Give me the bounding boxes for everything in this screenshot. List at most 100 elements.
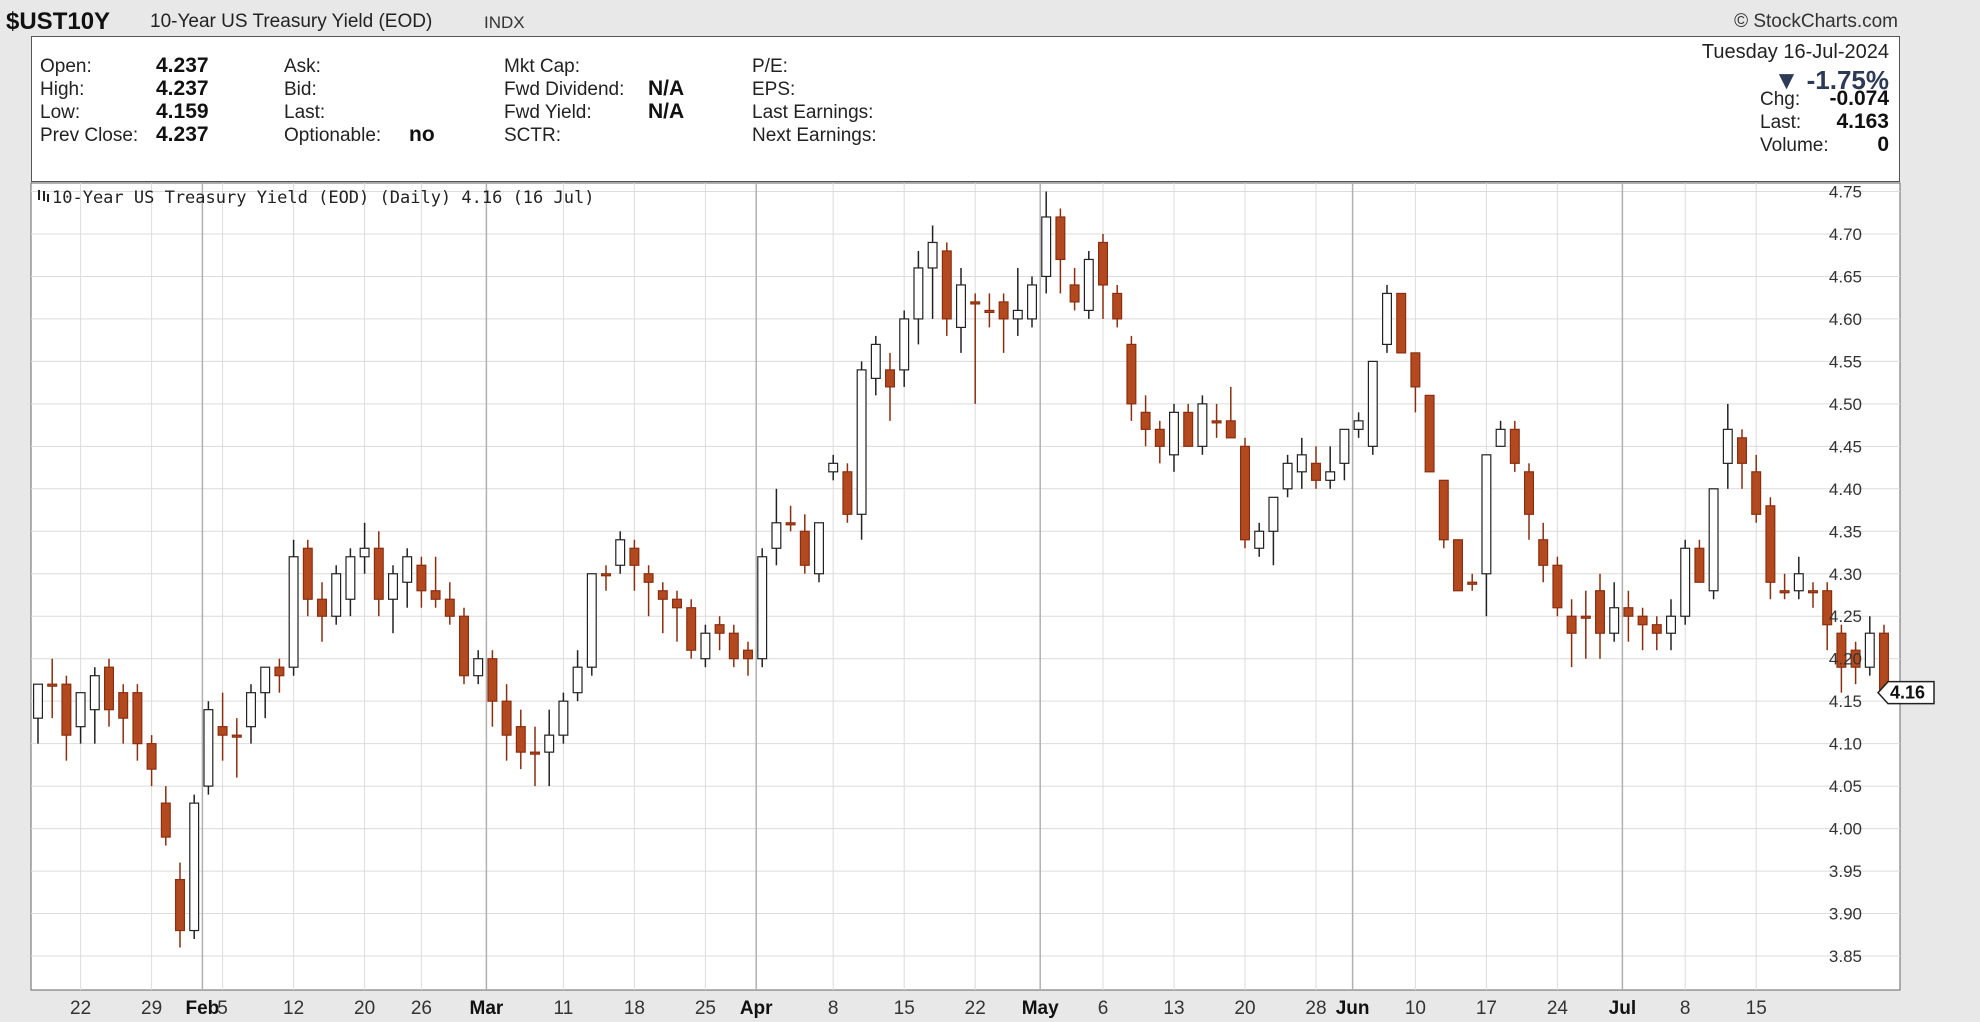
candle-body	[1055, 216, 1066, 261]
candle-body	[345, 556, 356, 600]
candle-body	[1793, 573, 1804, 592]
x-tick-label: Jun	[1336, 998, 1370, 1019]
x-tick-label: 11	[554, 998, 574, 1019]
candle-body	[231, 734, 242, 738]
candle-body	[1410, 352, 1421, 388]
candle-body	[203, 709, 214, 787]
candle-body	[245, 692, 257, 728]
candle-body	[1580, 615, 1591, 619]
candle-body	[174, 878, 186, 932]
candle-body	[160, 802, 171, 838]
candle-body	[771, 522, 782, 549]
candle-body	[1012, 309, 1023, 320]
x-tick-label: 22	[965, 998, 986, 1019]
candle-body	[785, 522, 796, 526]
candle-body	[1751, 471, 1762, 515]
candle-body	[458, 615, 470, 677]
candle-body	[1467, 581, 1478, 585]
candle-body	[1140, 411, 1151, 430]
x-tick-label: Jul	[1609, 998, 1636, 1019]
candle-body	[1566, 615, 1577, 634]
candle-body	[1708, 488, 1719, 592]
candle-body	[473, 658, 484, 677]
candle	[842, 463, 853, 523]
last-value-label: 4.16	[1890, 683, 1925, 703]
candle-body	[671, 598, 683, 609]
candle-body	[1694, 547, 1705, 583]
candle-body	[487, 658, 498, 702]
x-tick-label: Feb	[186, 998, 220, 1019]
y-tick-label: 3.95	[1829, 862, 1862, 881]
y-tick-label: 4.45	[1829, 437, 1862, 456]
x-axis: 22 29 Feb5 12 20 26 Mar 11 18 25 Apr 8 15 22 May 6 13 20 2…	[70, 998, 1767, 1019]
candle-body	[1069, 284, 1080, 303]
candle-body	[544, 734, 555, 753]
x-tick-label: May	[1022, 998, 1059, 1019]
y-tick-label: 3.90	[1829, 905, 1862, 924]
candle-body	[941, 250, 952, 320]
y-tick-label: 4.15	[1829, 692, 1862, 711]
candle-body	[1339, 428, 1350, 464]
candle-body	[1026, 284, 1038, 320]
x-tick-label: 5	[217, 998, 228, 1019]
candle-body	[1594, 590, 1606, 634]
y-tick-label: 4.25	[1829, 607, 1862, 626]
candle-body	[1112, 292, 1123, 320]
candle	[1708, 488, 1719, 600]
x-tick-label: 8	[1680, 998, 1691, 1019]
candle-body	[1310, 462, 1322, 481]
candle-body	[444, 598, 455, 617]
candle-body	[1651, 624, 1662, 634]
x-tick-label: Mar	[470, 998, 504, 1019]
candle-body	[714, 624, 725, 634]
candle-body	[316, 598, 328, 617]
candle-body	[331, 573, 342, 617]
candle-body	[61, 683, 72, 736]
y-tick-label: 3.85	[1829, 947, 1862, 966]
candle-body	[572, 666, 583, 694]
candle-body	[1268, 496, 1279, 532]
candle-body	[1197, 403, 1208, 447]
candle-body	[1126, 343, 1137, 405]
y-tick-label: 4.65	[1829, 267, 1862, 286]
candle-body	[1552, 564, 1563, 609]
candle-body	[373, 547, 384, 600]
candle	[1381, 284, 1393, 353]
x-tick-label: 22	[70, 998, 91, 1019]
x-tick-label: 10	[1405, 998, 1426, 1019]
candle-body	[1367, 360, 1378, 447]
candle	[1438, 479, 1449, 549]
candle-body	[1325, 471, 1336, 481]
candle-body	[1680, 547, 1691, 617]
candle-body	[1183, 411, 1194, 447]
candlestick-chart[interactable]: 4.75 4.70 4.65 4.60 4.55 4.50 4.45 4.40 4.35 4.30…	[0, 0, 1980, 1022]
candle	[203, 701, 214, 795]
candle-body	[842, 471, 853, 515]
candle-body	[359, 547, 370, 558]
candle-body	[146, 743, 157, 770]
y-tick-label: 4.60	[1829, 310, 1862, 329]
candle	[189, 794, 200, 940]
x-tick-label: 24	[1547, 998, 1569, 1019]
candle-body	[927, 241, 938, 269]
candle	[288, 539, 299, 676]
candle	[856, 361, 867, 540]
candle-body	[1665, 615, 1677, 634]
candle-body	[1495, 428, 1506, 447]
candle-body	[1523, 471, 1535, 515]
candle-body	[1736, 437, 1748, 464]
candle-body	[913, 267, 924, 320]
candle-body	[1041, 216, 1052, 278]
candle-body	[1381, 292, 1393, 346]
candle-body	[1779, 590, 1790, 594]
candle-body	[1481, 454, 1492, 575]
candle-body	[629, 547, 640, 566]
candle-body	[1396, 292, 1407, 354]
candle	[757, 548, 768, 668]
candle-body	[260, 666, 271, 694]
candle	[813, 522, 825, 583]
candle-body	[615, 539, 626, 566]
candle-body	[402, 556, 413, 583]
x-tick-label: 29	[141, 998, 162, 1019]
y-tick-label: 4.20	[1829, 650, 1862, 669]
